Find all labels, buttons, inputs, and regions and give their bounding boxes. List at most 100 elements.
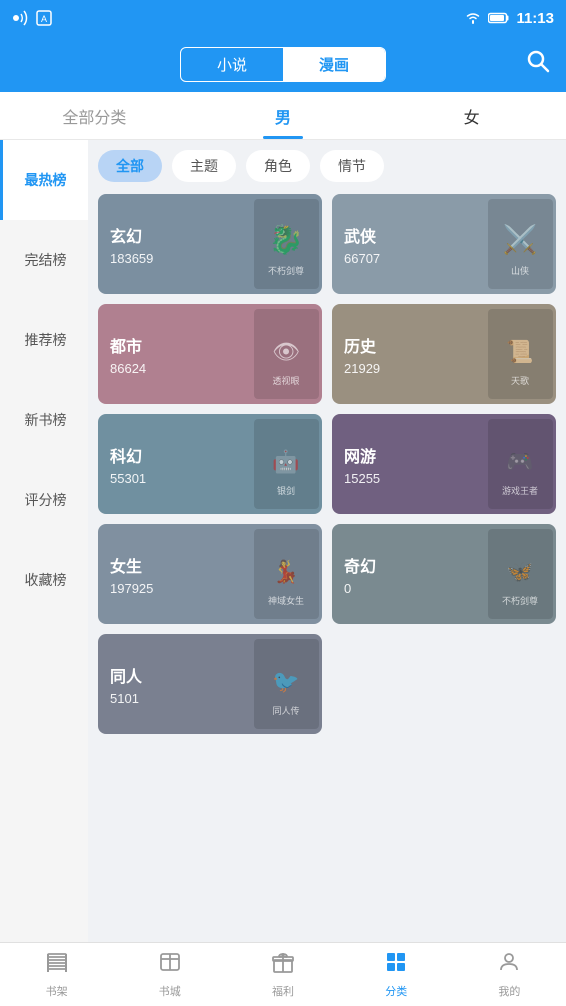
- sidebar-item-hottest[interactable]: 最热榜: [0, 140, 88, 220]
- card-xuanhuan-text: 玄幻 183659: [98, 194, 250, 294]
- mine-icon: [497, 950, 521, 980]
- card-kehuan-text: 科幻 55301: [98, 414, 250, 514]
- card-qihuan-count: 0: [344, 581, 472, 596]
- card-nvsheng-title: 女生: [110, 553, 238, 577]
- card-wuxia-img: ⚔️ 山侠: [484, 194, 556, 294]
- bookstore-icon: [158, 950, 182, 980]
- svg-text:同人传: 同人传: [272, 705, 299, 716]
- sidebar-item-score[interactable]: 评分榜: [0, 460, 88, 540]
- svg-text:透视眼: 透视眼: [272, 375, 299, 386]
- svg-text:天歌: 天歌: [510, 375, 528, 386]
- card-kehuan-title: 科幻: [110, 443, 238, 467]
- gift-icon: [271, 950, 295, 980]
- card-wangyou-img: 🎮 游戏王者: [484, 414, 556, 514]
- card-xuanhuan-count: 183659: [110, 251, 238, 266]
- card-lishi-count: 21929: [344, 361, 472, 376]
- sidebar-item-collect[interactable]: 收藏榜: [0, 540, 88, 620]
- card-wuxia-count: 66707: [344, 251, 472, 266]
- card-wangyou-title: 网游: [344, 443, 472, 467]
- nav-label-bookshelf: 书架: [46, 983, 68, 999]
- card-lishi-title: 历史: [344, 333, 472, 357]
- card-nvsheng-img: 💃 神域女生: [250, 524, 322, 624]
- pill-role[interactable]: 角色: [246, 150, 310, 182]
- filter-tabs: 全部分类 男 女: [0, 92, 566, 140]
- card-nvsheng-count: 197925: [110, 581, 238, 596]
- card-lishi[interactable]: 历史 21929 📜 天歌: [332, 304, 556, 404]
- filter-tab-male[interactable]: 男: [189, 92, 378, 139]
- card-dushi-text: 都市 86624: [98, 304, 250, 404]
- card-xuanhuan-title: 玄幻: [110, 223, 238, 247]
- time-display: 11:13: [516, 10, 554, 27]
- nav-item-welfare[interactable]: 福利: [226, 950, 339, 999]
- card-wuxia-title: 武侠: [344, 223, 472, 247]
- status-left-icons: A: [12, 10, 52, 26]
- card-wangyou-count: 15255: [344, 471, 472, 486]
- category-pills: 全部 主题 角色 情节: [98, 150, 556, 182]
- main-content: 全部 主题 角色 情节 玄幻 183659 🐉 不朽剑尊: [88, 140, 566, 942]
- tab-switcher: 小说 漫画: [180, 47, 386, 82]
- sidebar-item-recommend[interactable]: 推荐榜: [0, 300, 88, 380]
- card-dushi[interactable]: 都市 86624 👁 透视眼: [98, 304, 322, 404]
- cards-grid: 玄幻 183659 🐉 不朽剑尊 武侠 66707: [98, 194, 556, 734]
- content-area: 最热榜 完结榜 推荐榜 新书榜 评分榜 收藏榜 全部 主题 角色 情节 玄幻 1…: [0, 140, 566, 942]
- pill-scene[interactable]: 情节: [320, 150, 384, 182]
- svg-text:A: A: [41, 14, 47, 24]
- tab-novel[interactable]: 小说: [181, 48, 283, 81]
- svg-text:📜: 📜: [506, 339, 533, 364]
- svg-text:🤖: 🤖: [272, 449, 299, 474]
- svg-text:神域女生: 神域女生: [267, 595, 303, 606]
- bottom-nav: 书架 书城 福利: [0, 942, 566, 1006]
- a-icon: A: [36, 10, 52, 26]
- pill-all[interactable]: 全部: [98, 150, 162, 182]
- sidebar: 最热榜 完结榜 推荐榜 新书榜 评分榜 收藏榜: [0, 140, 88, 942]
- sidebar-item-complete[interactable]: 完结榜: [0, 220, 88, 300]
- nav-item-bookstore[interactable]: 书城: [113, 950, 226, 999]
- card-dushi-img: 👁 透视眼: [250, 304, 322, 404]
- search-icon[interactable]: [526, 49, 550, 79]
- card-tongren-img: 🐦 同人传: [250, 634, 322, 734]
- wifi-icon: [464, 11, 482, 25]
- sidebar-item-newbook[interactable]: 新书榜: [0, 380, 88, 460]
- nav-label-welfare: 福利: [272, 983, 294, 999]
- battery-icon: [488, 12, 510, 24]
- status-right-icons: 11:13: [464, 10, 554, 27]
- card-kehuan-count: 55301: [110, 471, 238, 486]
- card-qihuan-text: 奇幻 0: [332, 524, 484, 624]
- card-qihuan-title: 奇幻: [344, 553, 472, 577]
- card-wuxia[interactable]: 武侠 66707 ⚔️ 山侠: [332, 194, 556, 294]
- card-kehuan[interactable]: 科幻 55301 🤖 银剑: [98, 414, 322, 514]
- signal-icon: [12, 10, 30, 26]
- nav-item-mine[interactable]: 我的: [453, 950, 566, 999]
- svg-text:不朽剑尊: 不朽剑尊: [267, 265, 303, 276]
- svg-text:🎮: 🎮: [506, 449, 533, 474]
- nav-item-category[interactable]: 分类: [340, 950, 453, 999]
- status-bar: A 11:13: [0, 0, 566, 36]
- card-tongren[interactable]: 同人 5101 🐦 同人传: [98, 634, 322, 734]
- card-wuxia-text: 武侠 66707: [332, 194, 484, 294]
- card-wangyou[interactable]: 网游 15255 🎮 游戏王者: [332, 414, 556, 514]
- nav-label-bookstore: 书城: [159, 983, 181, 999]
- card-dushi-title: 都市: [110, 333, 238, 357]
- svg-text:🐦: 🐦: [272, 669, 299, 694]
- pill-theme[interactable]: 主题: [172, 150, 236, 182]
- card-qihuan-img: 🦋 不朽剑尊: [484, 524, 556, 624]
- category-icon: [384, 950, 408, 980]
- svg-text:游戏王者: 游戏王者: [501, 485, 537, 496]
- card-nvsheng[interactable]: 女生 197925 💃 神域女生: [98, 524, 322, 624]
- svg-text:🦋: 🦋: [506, 559, 533, 584]
- card-wangyou-text: 网游 15255: [332, 414, 484, 514]
- card-kehuan-img: 🤖 银剑: [250, 414, 322, 514]
- card-lishi-text: 历史 21929: [332, 304, 484, 404]
- card-dushi-count: 86624: [110, 361, 238, 376]
- tab-comic[interactable]: 漫画: [283, 48, 385, 81]
- card-qihuan[interactable]: 奇幻 0 🦋 不朽剑尊: [332, 524, 556, 624]
- card-nvsheng-text: 女生 197925: [98, 524, 250, 624]
- card-tongren-text: 同人 5101: [98, 634, 250, 734]
- nav-label-mine: 我的: [498, 983, 520, 999]
- filter-tab-female[interactable]: 女: [377, 92, 566, 139]
- nav-item-bookshelf[interactable]: 书架: [0, 950, 113, 999]
- svg-text:👁: 👁: [272, 339, 300, 364]
- svg-text:⚔️: ⚔️: [502, 223, 537, 256]
- card-xuanhuan[interactable]: 玄幻 183659 🐉 不朽剑尊: [98, 194, 322, 294]
- filter-tab-all[interactable]: 全部分类: [0, 92, 189, 139]
